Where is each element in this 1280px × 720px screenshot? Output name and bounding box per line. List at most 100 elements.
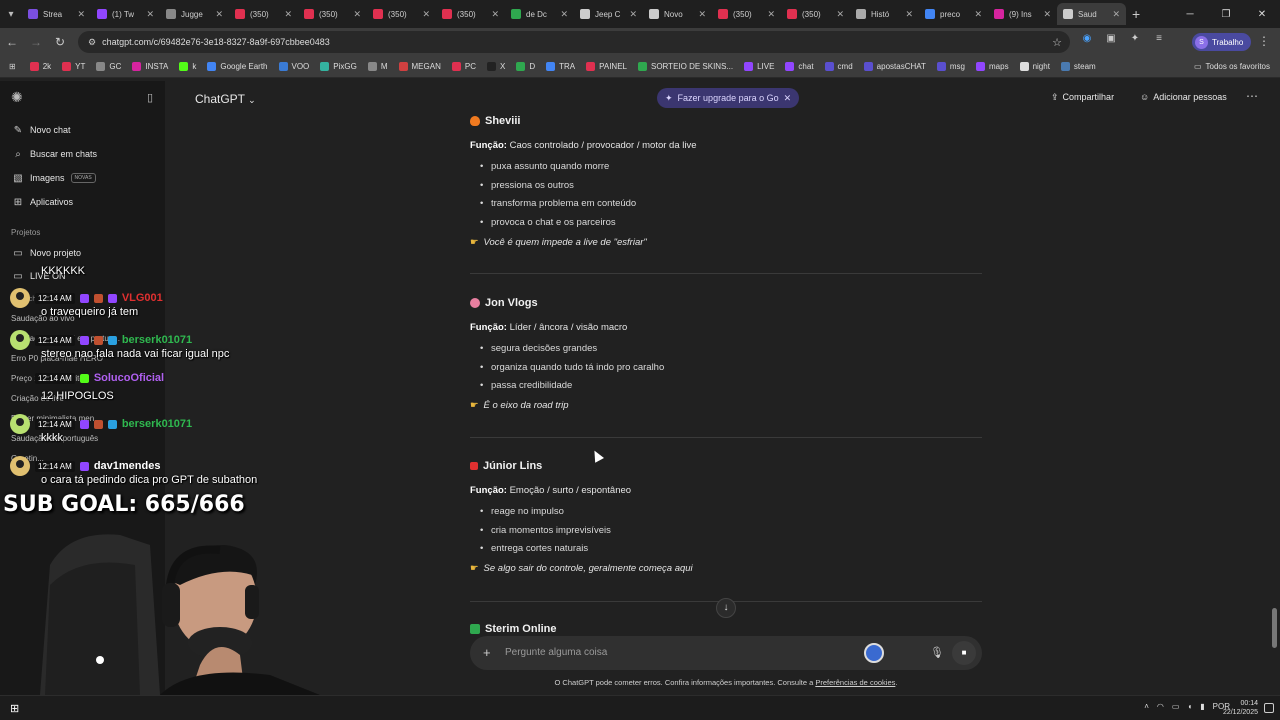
new-tab-button[interactable]: + [1132,6,1140,22]
browser-tab[interactable]: (350) ✕ [229,3,298,25]
bookmark-item[interactable]: VOO [278,62,309,71]
browser-tab[interactable]: (350) ✕ [712,3,781,25]
bookmark-item[interactable]: D [516,62,535,71]
extensions-puzzle-icon[interactable]: ✦ [1128,33,1142,47]
extension-icon[interactable]: ▣ [1104,33,1118,47]
bookmark-item[interactable]: PAINEL [586,62,627,71]
tab-close-icon[interactable]: ✕ [1112,9,1120,20]
share-button[interactable]: ⇪ Compartilhar [1051,92,1114,103]
bookmark-item[interactable]: X [486,62,505,71]
sidebar-item-search[interactable]: ⌕ Buscar em chats [0,142,165,166]
bookmark-item[interactable]: YT [62,62,85,71]
clock[interactable]: 00:14 22/12/2025 [1223,699,1258,717]
volume-icon[interactable]: ◖ [1187,702,1192,711]
sidebar-item-new-chat[interactable]: ✎ Novo chat [0,118,165,142]
composer-input[interactable]: Pergunte alguma coisa [505,647,607,658]
bookmark-item[interactable]: chat [785,62,814,71]
bookmark-item[interactable]: apostasCHAT [863,62,926,71]
bookmark-star-icon[interactable]: ☆ [1052,36,1062,49]
all-bookmarks[interactable]: ▭ Todos os favoritos [1194,62,1270,71]
browser-tab[interactable]: Jugge ✕ [160,3,229,25]
scrollbar[interactable] [1272,608,1277,648]
browser-tab[interactable]: (350) ✕ [781,3,850,25]
openai-logo-icon[interactable]: ✺ [11,89,23,106]
plus-icon[interactable]: + [483,645,491,660]
browser-tab[interactable]: Strea ✕ [22,3,91,25]
close-icon[interactable]: ✕ [784,93,792,104]
bookmark-item[interactable]: M [367,62,388,71]
profile-button[interactable]: S Trabalho [1192,33,1252,51]
back-icon[interactable]: ← [0,35,24,49]
forward-icon[interactable]: → [24,35,48,49]
composer[interactable]: + Pergunte alguma coisa 🎙 ■ [470,636,982,670]
apps-grid-icon[interactable]: ⊞ [9,62,16,71]
browser-tab[interactable]: Novo ✕ [643,3,712,25]
url-bar[interactable]: ⚙ chatgpt.com/c/69482e76-3e18-8327-8a9f-… [78,31,1070,53]
tab-search-icon[interactable]: ▾ [0,9,22,20]
browser-tab[interactable]: (350) ✕ [367,3,436,25]
tab-close-icon[interactable]: ✕ [629,9,637,20]
browser-tab[interactable]: Jeep C ✕ [574,3,643,25]
bookmark-item[interactable]: cmd [824,62,853,71]
sidebar-item-images[interactable]: ▧ Imagens NOVAS [0,166,165,190]
bookmark-item[interactable]: k [179,62,196,71]
bookmark-item[interactable]: GC [96,62,121,71]
tab-close-icon[interactable]: ✕ [560,9,568,20]
cookie-preferences-link[interactable]: Preferências de cookies [815,678,895,687]
browser-tab[interactable]: (350) ✕ [298,3,367,25]
notification-icon[interactable] [1264,703,1274,713]
browser-tab[interactable]: (350) ✕ [436,3,505,25]
tab-close-icon[interactable]: ✕ [836,9,844,20]
tab-close-icon[interactable]: ✕ [974,9,982,20]
chevron-up-icon[interactable]: ˄ [1144,702,1149,711]
network-icon[interactable]: ▭ [1172,702,1180,711]
bookmark-item[interactable]: INSTA [132,62,168,71]
bookmark-item[interactable]: night [1019,62,1050,71]
microphone-icon[interactable]: 🎙 [930,646,944,659]
mic-tray-icon[interactable]: ▮ [1200,702,1204,711]
extension-icon[interactable]: ◉ [1080,33,1094,47]
upgrade-banner[interactable]: ✦ Fazer upgrade para o Go ✕ [657,88,800,108]
tab-close-icon[interactable]: ✕ [215,9,223,20]
sidebar-item-apps[interactable]: ⊞ Aplicativos [0,190,165,214]
scroll-to-bottom-button[interactable]: ↓ [716,598,736,618]
tab-close-icon[interactable]: ✕ [767,9,775,20]
more-options-icon[interactable]: ⋯ [1246,89,1258,103]
windows-start-icon[interactable]: ⊞ [10,702,19,715]
tab-active[interactable]: Saud ✕ [1057,3,1126,25]
bookmark-item[interactable]: LIVE [744,62,774,71]
wifi-icon[interactable]: ◠ [1157,702,1164,711]
media-icon[interactable]: ≡ [1152,33,1166,47]
minimize-icon[interactable]: ─ [1172,9,1208,20]
bookmark-item[interactable]: maps [976,62,1009,71]
bookmark-item[interactable]: steam [1060,62,1096,71]
browser-tab[interactable]: de Dc ✕ [505,3,574,25]
tab-close-icon[interactable]: ✕ [698,9,706,20]
bookmark-item[interactable]: TRA [546,62,575,71]
close-window-icon[interactable]: ✕ [1244,9,1280,20]
reload-icon[interactable]: ↻ [48,35,72,49]
tab-close-icon[interactable]: ✕ [905,9,913,20]
tab-close-icon[interactable]: ✕ [77,9,85,20]
bookmark-item[interactable]: MEGAN [398,62,441,71]
browser-tab[interactable]: (1) Tw ✕ [91,3,160,25]
maximize-icon[interactable]: ❐ [1208,9,1244,20]
tab-close-icon[interactable]: ✕ [353,9,361,20]
add-people-button[interactable]: ☺ Adicionar pessoas [1140,92,1227,102]
tab-close-icon[interactable]: ✕ [491,9,499,20]
sidebar-toggle-icon[interactable]: ▯ [147,91,153,104]
browser-tab[interactable]: Histó ✕ [850,3,919,25]
bookmark-item[interactable]: PixGG [320,62,357,71]
site-info-icon[interactable]: ⚙ [88,37,96,48]
browser-menu-icon[interactable]: ⋮ [1258,34,1270,48]
bookmark-item[interactable]: Google Earth [207,62,268,71]
model-selector[interactable]: ChatGPT ⌄ [195,92,256,106]
bookmark-item[interactable]: PC [451,62,476,71]
bookmark-item[interactable]: msg [936,62,965,71]
tab-close-icon[interactable]: ✕ [1043,9,1051,20]
extension-logo-icon[interactable] [864,643,884,663]
browser-tab[interactable]: preco ✕ [919,3,988,25]
stop-button[interactable]: ■ [952,641,976,665]
bookmark-item[interactable]: 2k [29,62,51,71]
tab-close-icon[interactable]: ✕ [146,9,154,20]
